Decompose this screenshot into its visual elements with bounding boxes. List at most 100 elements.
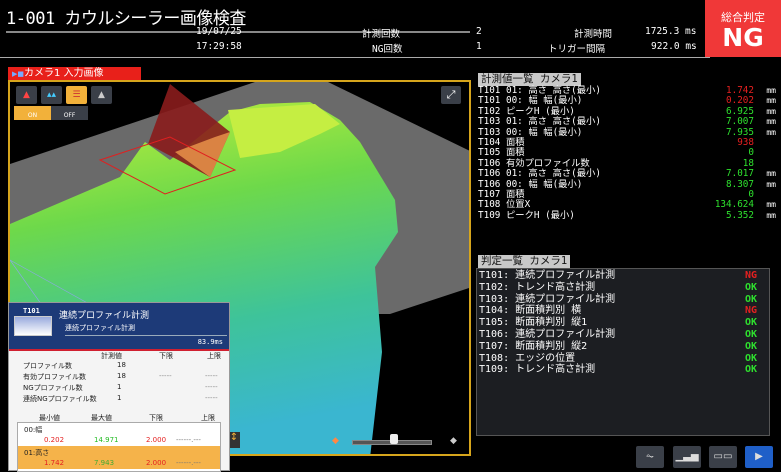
grid-icon: ▭▭ [713,451,733,462]
detail-item[interactable]: 01:高さ 1.742 7.943 2.000 ------.--- [18,446,220,469]
item-lower: 2.000 [146,459,167,467]
detail-row-upper: ----- [205,394,218,402]
slider-handle[interactable] [390,434,398,444]
bar-chart-icon: ▁▃▅ [675,451,699,462]
measurement-unit: mm [766,179,776,189]
trigger-label: トリガー間隔 [548,44,606,55]
detail-row-upper: ----- [205,372,218,380]
ng-count-value: 1 [476,41,482,52]
toggle-on-label: ON [27,112,38,119]
overlay-on-toggle[interactable]: ON [14,106,51,120]
profile-view-button[interactable]: ▴▴ [41,86,62,104]
run-button[interactable]: ▶ [745,446,773,468]
list-button[interactable]: ▭▭ [709,446,737,468]
detail-row-label: 有効プロファイル数 [23,373,86,381]
judgement-result: OK [744,328,757,340]
judgement-row: T106: 連続プロファイル計測 OK [479,329,767,341]
grayscale-view-button[interactable]: ▲ [91,86,112,104]
col-lower: 下限 [159,352,173,360]
measurement-label: T103 00: 幅 幅(最小) [478,126,583,138]
meas-time-label: 計測時間 [574,29,613,40]
measurement-list: 計測値一覧 カメラ1 T101 01: 高さ 高さ(最小) 1.742 mm T101… [478,67,776,221]
detail-row-label: 連続NGプロファイル数 [23,395,97,403]
item-list[interactable]: 00:幅 0.202 14.971 2.000 ------.--- 01:高さ 1.742… [17,422,221,472]
count-label: 計測回数 [362,29,401,40]
measurement-unit: mm [766,127,776,137]
expand-button[interactable]: ⤢ [441,86,461,104]
judgement-label: T104: 断面積判別 横 [479,305,582,317]
detail-row-label: プロファイル数 [23,362,72,370]
judgement-row: T101: 連続プロファイル計測 NG [479,270,767,282]
judgement-label: T108: エッジの位置 [479,352,576,364]
detail-row-value: 18 [117,372,126,380]
measurement-label: T105 面積 [478,147,525,159]
count-value: 2 [476,26,482,37]
camera-image-label: ▶■カメラ1 入力画像 [8,67,141,80]
judgement-row: T108: エッジの位置 OK [479,353,767,365]
meas-time-value: 1725.3 ms [645,26,697,37]
tool-title: 連続プロファイル計測 [59,311,150,321]
gray-view-icon: ◆ [450,436,457,446]
divider [65,335,227,336]
item-lower: 2.000 [146,436,167,444]
judgement-row: T105: 断面積判別 縦1 OK [479,317,767,329]
layers-icon: ☰ [72,90,81,100]
expand-icon: ⤢ [446,88,456,101]
judgement-result: OK [744,352,757,364]
measurement-value: 5.352 [726,209,754,221]
col-value: 計測値 [101,352,122,360]
measurement-label: T106 00: 幅 幅(最小) [478,178,583,190]
item-max: 14.971 [94,436,119,444]
chart-button[interactable]: ▁▃▅ [673,446,701,468]
measurement-unit: mm [766,169,776,179]
judgement-result: OK [744,317,757,329]
ng-count-label: NG回数 [372,44,403,55]
detail-row-label: NGプロファイル数 [23,384,83,392]
judgement-result: OK [744,281,757,293]
item-name: 00:幅 [24,426,43,434]
time: 17:29:58 [196,41,242,52]
judgement-label: T109: トレンド高さ計測 [479,364,596,376]
tool-subtitle: 連続プロファイル計測 [65,324,135,332]
tool-id: T101 [23,307,40,315]
judgement-result: NG [744,270,757,281]
detail-item[interactable]: 00:幅 0.202 14.971 2.000 ------.--- [18,423,220,446]
judgement-list-title: 判定一覧 カメラ1 [478,255,571,268]
waveform-icon: ⏦ [645,451,655,462]
measurement-row: T109 ピークH (最小) 5.352 mm [478,209,776,221]
item-min: 1.742 [44,459,65,467]
item-min: 0.202 [44,436,65,444]
tool-time: 83.9ms [197,338,223,346]
judgement-result: OK [744,364,757,376]
detail-row-value: 1 [117,383,122,391]
judgement-result: OK [744,293,757,305]
waveform-button[interactable]: ⏦ [636,446,664,468]
judgement-row: T104: 断面積判別 横 NG [479,305,767,317]
detail-row-value: 18 [117,361,126,369]
layer-view-button[interactable]: ☰ [66,86,87,104]
judgement-result: NG [744,305,757,317]
item-upper: ------.--- [176,459,201,467]
measurement-unit: mm [766,86,776,95]
toggle-off-label: OFF [63,112,76,119]
measurement-label: T106 01: 高さ 高さ(最小) [478,168,601,180]
pyramid-gray-icon: ▲ [98,90,105,100]
camera-image-label-text: カメラ1 入力画像 [24,68,104,79]
measurement-value: 7.017 [726,168,754,180]
trigger-value: 922.0 ms [651,41,697,52]
tool-detail-header: T101 連続プロファイル計測 連続プロファイル計測 83.9ms [9,303,229,351]
measurement-label: T108 位置X [478,199,531,211]
color-height-view-button[interactable]: ▲ [16,86,37,104]
judgement-row: T107: 断面積判別 縦2 OK [479,341,767,353]
profile-icon: ▴▴ [46,90,57,100]
measurement-label: T109 ピークH (最小) [478,209,575,221]
judgement-row: T109: トレンド高さ計測 OK [479,364,767,376]
measurement-unit: mm [766,106,776,116]
judgement-label: T101: 連続プロファイル計測 [479,270,616,281]
play-icon: ▶ [755,451,763,462]
measurement-unit: mm [766,117,776,127]
detail-row-upper: ----- [205,383,218,391]
tool-detail-panel: T101 連続プロファイル計測 連続プロファイル計測 83.9ms 計測値 下限… [8,302,230,472]
date: 19/07/25 [196,26,242,37]
overlay-off-toggle[interactable]: OFF [51,106,88,120]
